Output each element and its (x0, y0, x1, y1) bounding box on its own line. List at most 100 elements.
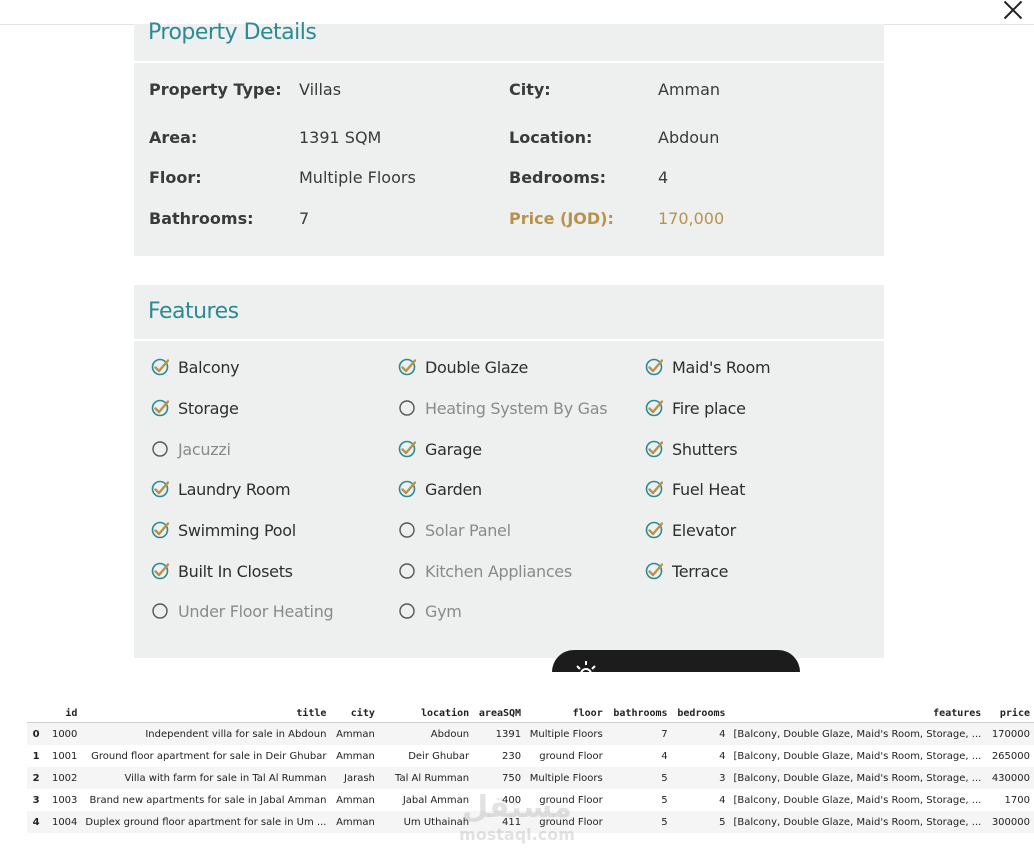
check-circle-icon (645, 358, 664, 376)
table-cell: [Balcony, Double Glaze, Maid's Room, Sto… (733, 772, 982, 784)
table-row: 4 1004 Duplex ground floor apartment for s… (27, 811, 1034, 833)
table-cell: Amman (336, 816, 375, 828)
table-cell: 1700 (1004, 794, 1030, 806)
location-label: Location: (509, 128, 593, 147)
table-cell: 411 (501, 816, 522, 828)
empty-circle-icon (151, 440, 169, 458)
column-header: bedrooms (671, 704, 730, 723)
table-cell: [Balcony, Double Glaze, Maid's Room, Sto… (733, 750, 982, 762)
feature-label: Shutters (672, 439, 738, 459)
table-cell: 5 (719, 816, 726, 828)
divider (134, 61, 884, 63)
row-index: 1 (32, 750, 40, 762)
feature-gym: Gym (398, 599, 462, 623)
close-icon[interactable] (998, 0, 1028, 24)
price-value: 170,000 (658, 209, 725, 228)
table-cell: 5 (661, 794, 668, 806)
feature-jacuzzi: Jacuzzi (151, 437, 231, 461)
table-cell: Ground floor apartment for sale in Deir … (91, 750, 327, 762)
location-value: Abdoun (658, 128, 720, 147)
column-header: location (378, 704, 474, 723)
feature-under-floor-heating: Under Floor Heating (151, 599, 334, 623)
row-index: 2 (32, 772, 40, 784)
column-header: city (330, 704, 379, 723)
table-cell: ground Floor (539, 750, 603, 762)
table-row: 1 1001 Ground floor apartment for sale in … (27, 745, 1034, 767)
feature-label: Maid's Room (672, 357, 771, 377)
table-cell: 4 (661, 750, 668, 762)
table-row: 0 1000 Independent villa for sale in Abdou… (27, 722, 1034, 745)
table-cell: Amman (336, 750, 375, 762)
feature-heating-system-by-gas: Heating System By Gas (398, 396, 608, 420)
feature-label: Swimming Pool (178, 520, 296, 540)
feature-fire-place: Fire place (645, 396, 746, 420)
row-index: 4 (32, 816, 40, 828)
empty-circle-icon (398, 521, 416, 539)
check-circle-icon (645, 440, 664, 458)
check-circle-icon (645, 562, 664, 580)
table-cell: Deir Ghubar (408, 750, 470, 762)
table-cell: 5 (661, 816, 668, 828)
check-circle-icon (398, 440, 417, 458)
table-cell: 1391 (495, 728, 522, 740)
column-header: price (985, 704, 1034, 723)
table-cell: 1003 (51, 794, 78, 806)
table-cell: 265000 (991, 750, 1030, 762)
check-circle-icon (398, 358, 417, 376)
feature-label: Elevator (672, 520, 736, 540)
feature-garden: Garden (398, 477, 482, 501)
floor-label: Floor: (149, 168, 202, 187)
feature-label: Terrace (672, 561, 729, 581)
table-cell: 230 (501, 750, 522, 762)
table-cell: 4 (719, 794, 726, 806)
bedrooms-label: Bedrooms: (509, 168, 606, 187)
empty-circle-icon (398, 562, 416, 580)
feature-balcony: Balcony (151, 355, 240, 379)
feature-shutters: Shutters (645, 437, 738, 461)
table-cell: 1002 (51, 772, 78, 784)
feature-elevator: Elevator (645, 518, 736, 542)
divider (134, 339, 884, 341)
table-cell: Amman (336, 728, 375, 740)
property-details-title: Property Details (148, 20, 317, 45)
feature-terrace: Terrace (645, 559, 728, 583)
feature-label: Laundry Room (178, 479, 291, 499)
feature-fuel-heat: Fuel Heat (645, 477, 745, 501)
table-cell: Duplex ground floor apartment for sale i… (85, 816, 327, 828)
table-cell: 1004 (51, 816, 78, 828)
table-cell: 430000 (991, 772, 1030, 784)
price-label: Price (JOD): (509, 209, 614, 228)
feature-label: Fire place (672, 398, 746, 418)
table-cell: Abdoun (430, 728, 470, 740)
table-cell: ground Floor (539, 816, 603, 828)
table-row: 2 1002 Villa with farm for sale in Tal Al … (27, 767, 1034, 789)
city-label: City: (509, 80, 551, 99)
feature-kitchen-appliances: Kitchen Appliances (398, 559, 572, 583)
table-cell: Jabal Amman (402, 794, 470, 806)
feature-label: Double Glaze (425, 357, 529, 377)
feature-label: Fuel Heat (672, 479, 746, 499)
feature-label: Kitchen Appliances (425, 561, 572, 581)
feature-label: Heating System By Gas (425, 398, 608, 418)
feature-label: Garage (425, 439, 482, 459)
table-cell: 4 (719, 728, 726, 740)
floor-value: Multiple Floors (299, 168, 416, 187)
table-cell: Multiple Floors (529, 728, 603, 740)
check-circle-icon (645, 399, 664, 417)
dataframe-table: id title city location areaSQM floor bathrooms… (27, 704, 1034, 833)
feature-label: Balcony (178, 357, 240, 377)
table-cell: [Balcony, Double Glaze, Maid's Room, Sto… (733, 794, 982, 806)
city-value: Amman (658, 80, 721, 99)
feature-maid-s-room: Maid's Room (645, 355, 771, 379)
feature-built-in-closets: Built In Closets (151, 559, 293, 583)
column-header: features (729, 704, 986, 723)
table-cell: [Balcony, Double Glaze, Maid's Room, Sto… (733, 816, 982, 828)
column-header: id (43, 704, 82, 723)
feature-garage: Garage (398, 437, 482, 461)
check-circle-icon (151, 562, 170, 580)
feature-label: Garden (425, 479, 482, 499)
property-type-value: Villas (299, 80, 342, 99)
feature-swimming-pool: Swimming Pool (151, 518, 296, 542)
check-circle-icon (151, 358, 170, 376)
table-cell: 750 (501, 772, 522, 784)
